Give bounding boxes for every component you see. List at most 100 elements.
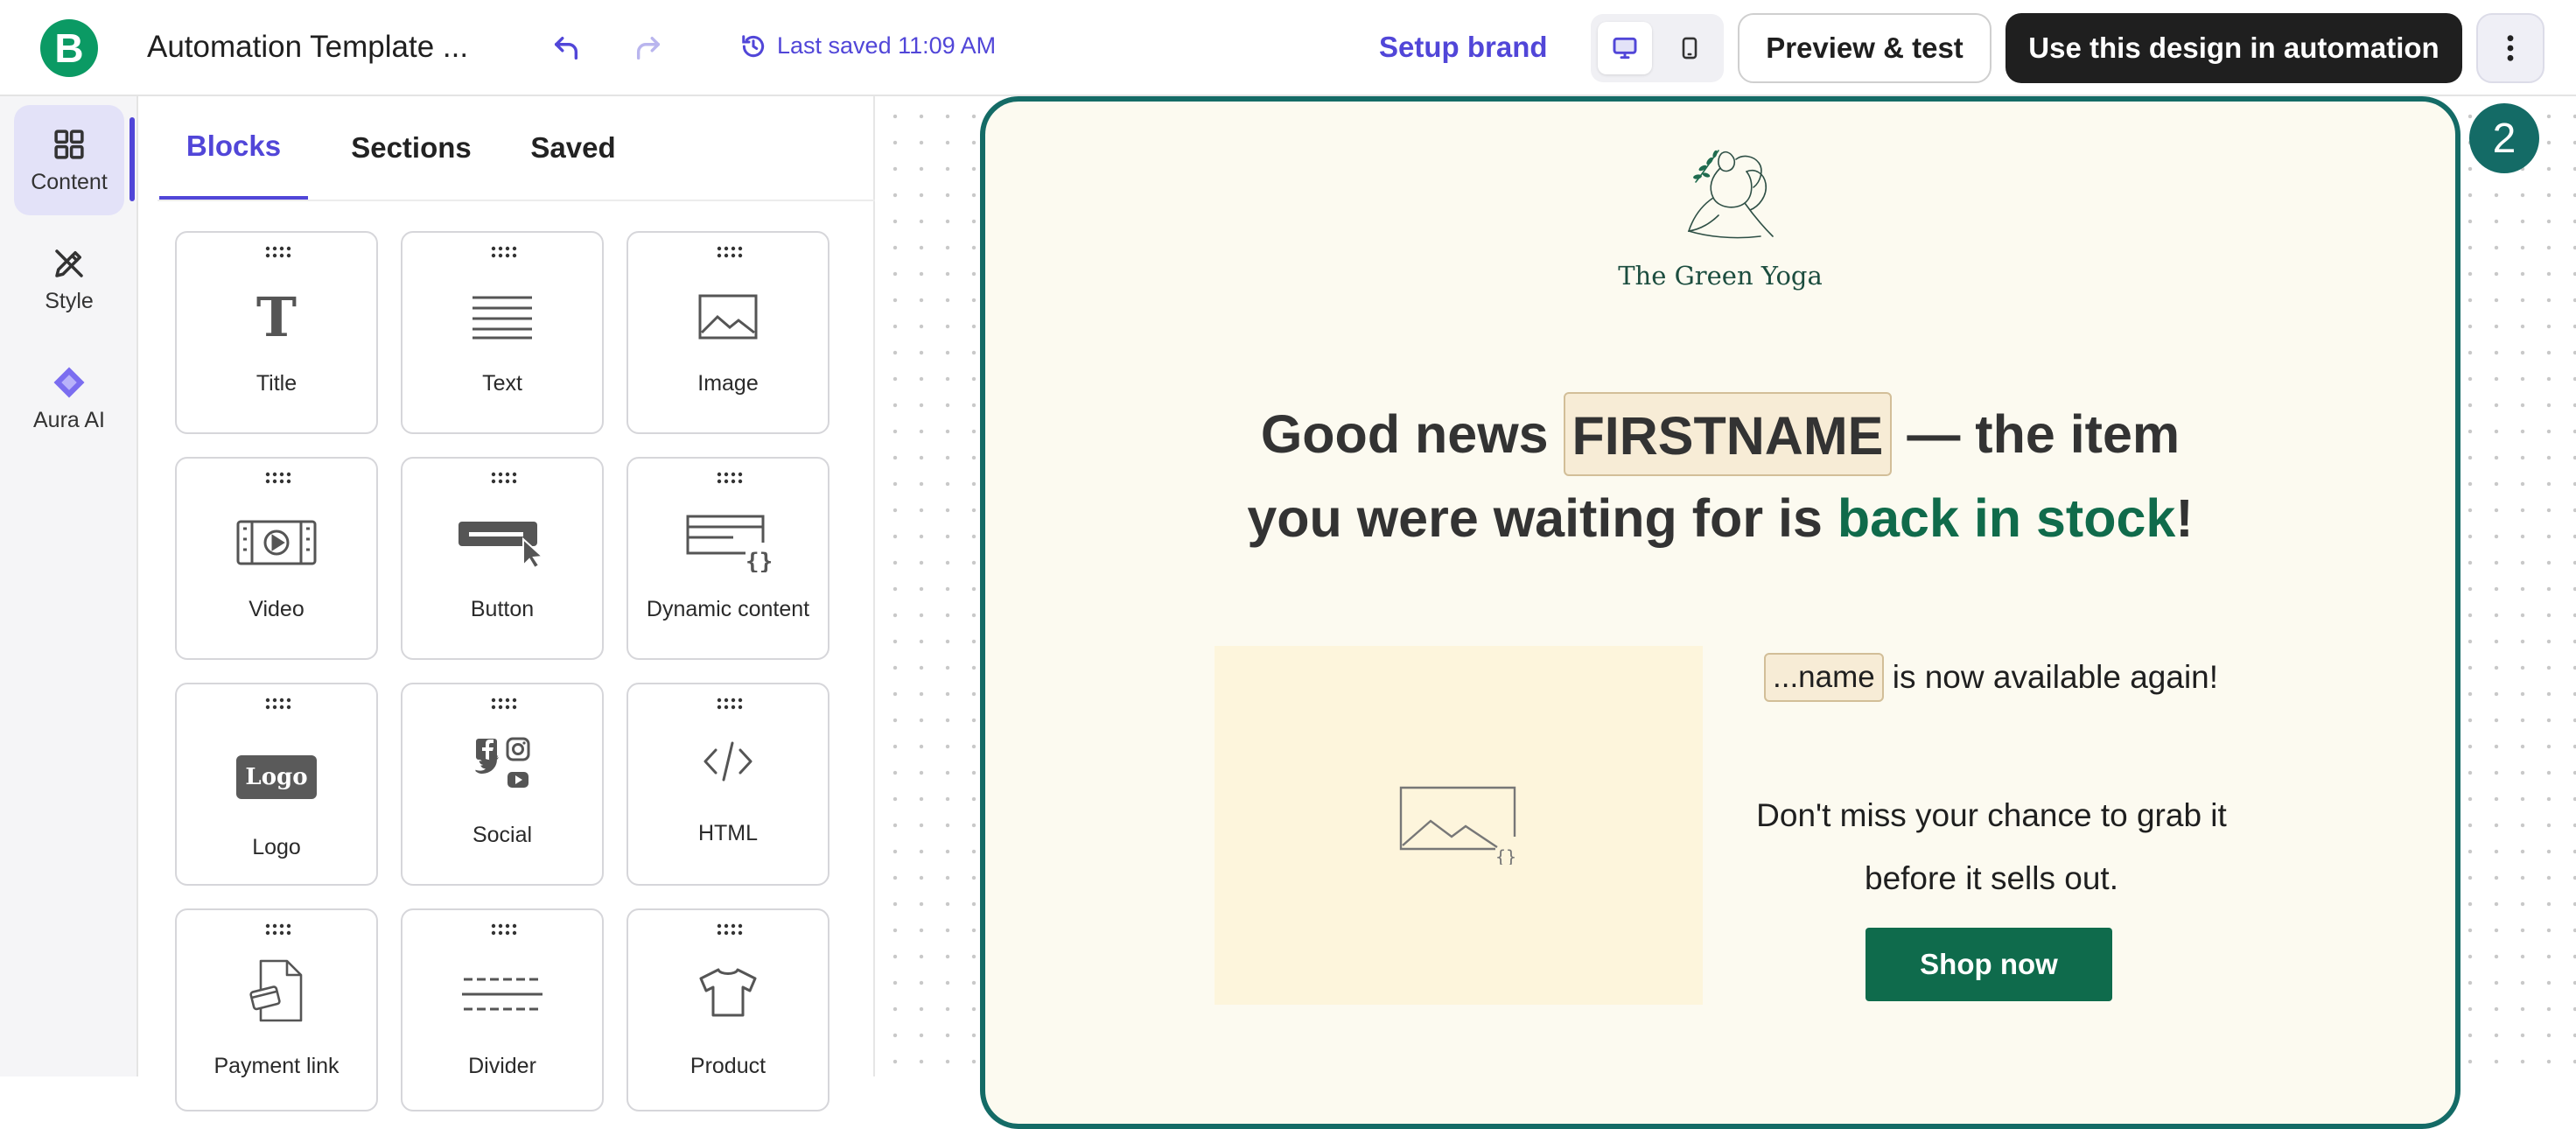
last-saved-text: Last saved 11:09 AM: [777, 32, 997, 59]
kebab-menu-icon: [2507, 35, 2514, 61]
block-label: Divider: [468, 1054, 536, 1078]
block-label: Product: [690, 1054, 766, 1078]
preview-test-button[interactable]: Preview & test: [1738, 13, 1992, 83]
editor-canvas[interactable]: The Green Yoga Good news FIRSTNAME — the…: [875, 96, 2576, 1129]
product-name-merge-tag[interactable]: ...name: [1764, 653, 1884, 702]
drag-handle-icon: [491, 246, 517, 258]
drag-handle-icon: [717, 698, 743, 710]
save-status[interactable]: Last saved 11:09 AM: [740, 32, 996, 60]
block-label: Dynamic content: [646, 597, 810, 621]
block-title[interactable]: T Title: [175, 231, 378, 434]
video-icon: [236, 520, 317, 565]
drag-handle-icon: [491, 698, 517, 710]
email-preview[interactable]: The Green Yoga Good news FIRSTNAME — the…: [980, 96, 2460, 1129]
blocks-panel: Blocks Sections Saved T Title Text Image: [138, 96, 994, 1111]
left-rail: Content Style Aura AI: [0, 96, 138, 1076]
dynamic-content-icon: {}: [686, 515, 772, 572]
drag-handle-icon: [717, 923, 743, 936]
block-label: Title: [256, 371, 298, 396]
rail-item-style[interactable]: Style: [14, 224, 124, 334]
email-headline[interactable]: Good news FIRSTNAME — the item you were …: [985, 392, 2455, 560]
block-html[interactable]: HTML: [626, 683, 830, 886]
block-label: Text: [482, 371, 522, 396]
text-lines-icon: [472, 296, 532, 340]
svg-text:{}: {}: [1495, 846, 1516, 865]
divider-icon: [462, 978, 542, 1011]
desktop-view-button[interactable]: [1598, 22, 1652, 74]
body-line-2: before it sells out.: [1865, 860, 2118, 896]
title-T-icon: T: [256, 284, 298, 349]
svg-text:{}: {}: [746, 549, 772, 572]
rail-label-style: Style: [45, 288, 94, 313]
drag-handle-icon: [265, 246, 291, 258]
block-image[interactable]: Image: [626, 231, 830, 434]
brand-name: The Green Yoga: [1618, 261, 1823, 291]
template-title[interactable]: Automation Template ...: [147, 30, 468, 65]
rail-label-content: Content: [31, 169, 108, 194]
tab-sections[interactable]: Sections: [324, 96, 499, 200]
product-image-placeholder[interactable]: {}: [1214, 646, 1703, 1005]
rail-label-aura-ai: Aura AI: [33, 407, 105, 432]
firstname-merge-tag[interactable]: FIRSTNAME: [1563, 392, 1893, 476]
code-icon: [704, 741, 752, 782]
undo-button[interactable]: [542, 25, 590, 72]
block-text[interactable]: Text: [401, 231, 604, 434]
drag-handle-icon: [265, 698, 291, 710]
headline-part-3: you were waiting for is: [1247, 488, 1823, 548]
tab-blocks[interactable]: Blocks: [159, 96, 308, 200]
email-body-text[interactable]: Don't miss your chance to grab it before…: [1738, 784, 2245, 910]
drag-handle-icon: [491, 472, 517, 484]
more-options-button[interactable]: [2476, 13, 2544, 83]
headline-end: !: [2175, 488, 2194, 548]
block-button[interactable]: Button: [401, 457, 604, 660]
social-icons-icon: [475, 737, 530, 788]
block-dynamic-content[interactable]: {} Dynamic content: [626, 457, 830, 660]
button-cursor-icon: [458, 522, 545, 569]
block-social[interactable]: Social: [401, 683, 604, 886]
block-label: Social: [472, 823, 533, 847]
mobile-view-button[interactable]: [1662, 22, 1717, 74]
headline-part-2: — the item: [1907, 404, 2180, 464]
top-bar: B Automation Template ... Last saved 11:…: [0, 0, 2576, 96]
drag-handle-icon: [265, 923, 291, 936]
setup-brand-link[interactable]: Setup brand: [1379, 31, 1548, 64]
logo-badge-icon: Logo: [236, 755, 317, 799]
block-label: Payment link: [214, 1054, 340, 1078]
headline-line-1: Good news FIRSTNAME — the item: [985, 392, 2455, 476]
payment-doc-icon: [249, 959, 303, 1022]
headline-part-1: Good news: [1260, 404, 1549, 464]
body-line-1: Don't miss your chance to grab it: [1756, 797, 2227, 833]
rail-item-content[interactable]: Content: [14, 105, 124, 215]
block-label: Logo: [252, 835, 301, 859]
block-payment-link[interactable]: Payment link: [175, 908, 378, 1111]
shop-now-button[interactable]: Shop now: [1866, 928, 2112, 1001]
drag-handle-icon: [717, 246, 743, 258]
drag-handle-icon: [717, 472, 743, 484]
image-icon: [698, 294, 758, 340]
green-yoga-logo: [1687, 150, 1774, 239]
sparkle-diamond-icon: [53, 367, 85, 397]
block-video[interactable]: Video: [175, 457, 378, 660]
redo-icon: [636, 36, 661, 60]
drag-handle-icon: [265, 472, 291, 484]
tab-saved[interactable]: Saved: [508, 96, 639, 200]
block-logo[interactable]: Logo Logo: [175, 683, 378, 886]
rail-active-indicator: [130, 117, 135, 201]
grid-icon: [54, 129, 84, 159]
block-label: Button: [470, 597, 535, 621]
brush-icon: [55, 249, 83, 277]
availability-line: ...name is now available again!: [1764, 653, 2218, 702]
app-logo[interactable]: B: [40, 19, 98, 77]
desktop-icon: [1613, 37, 1637, 60]
headline-line-2: you were waiting for is back in stock!: [985, 476, 2455, 560]
block-label: Image: [697, 371, 759, 396]
rail-item-aura-ai[interactable]: Aura AI: [14, 343, 124, 453]
block-divider[interactable]: Divider: [401, 908, 604, 1111]
redo-button[interactable]: [625, 25, 672, 72]
use-design-button[interactable]: Use this design in automation: [2006, 13, 2462, 83]
logo-letter: B: [54, 25, 84, 71]
mobile-icon: [1682, 37, 1698, 60]
undo-icon: [554, 36, 578, 60]
headline-accent: back in stock: [1837, 488, 2176, 548]
block-product[interactable]: Product: [626, 908, 830, 1111]
